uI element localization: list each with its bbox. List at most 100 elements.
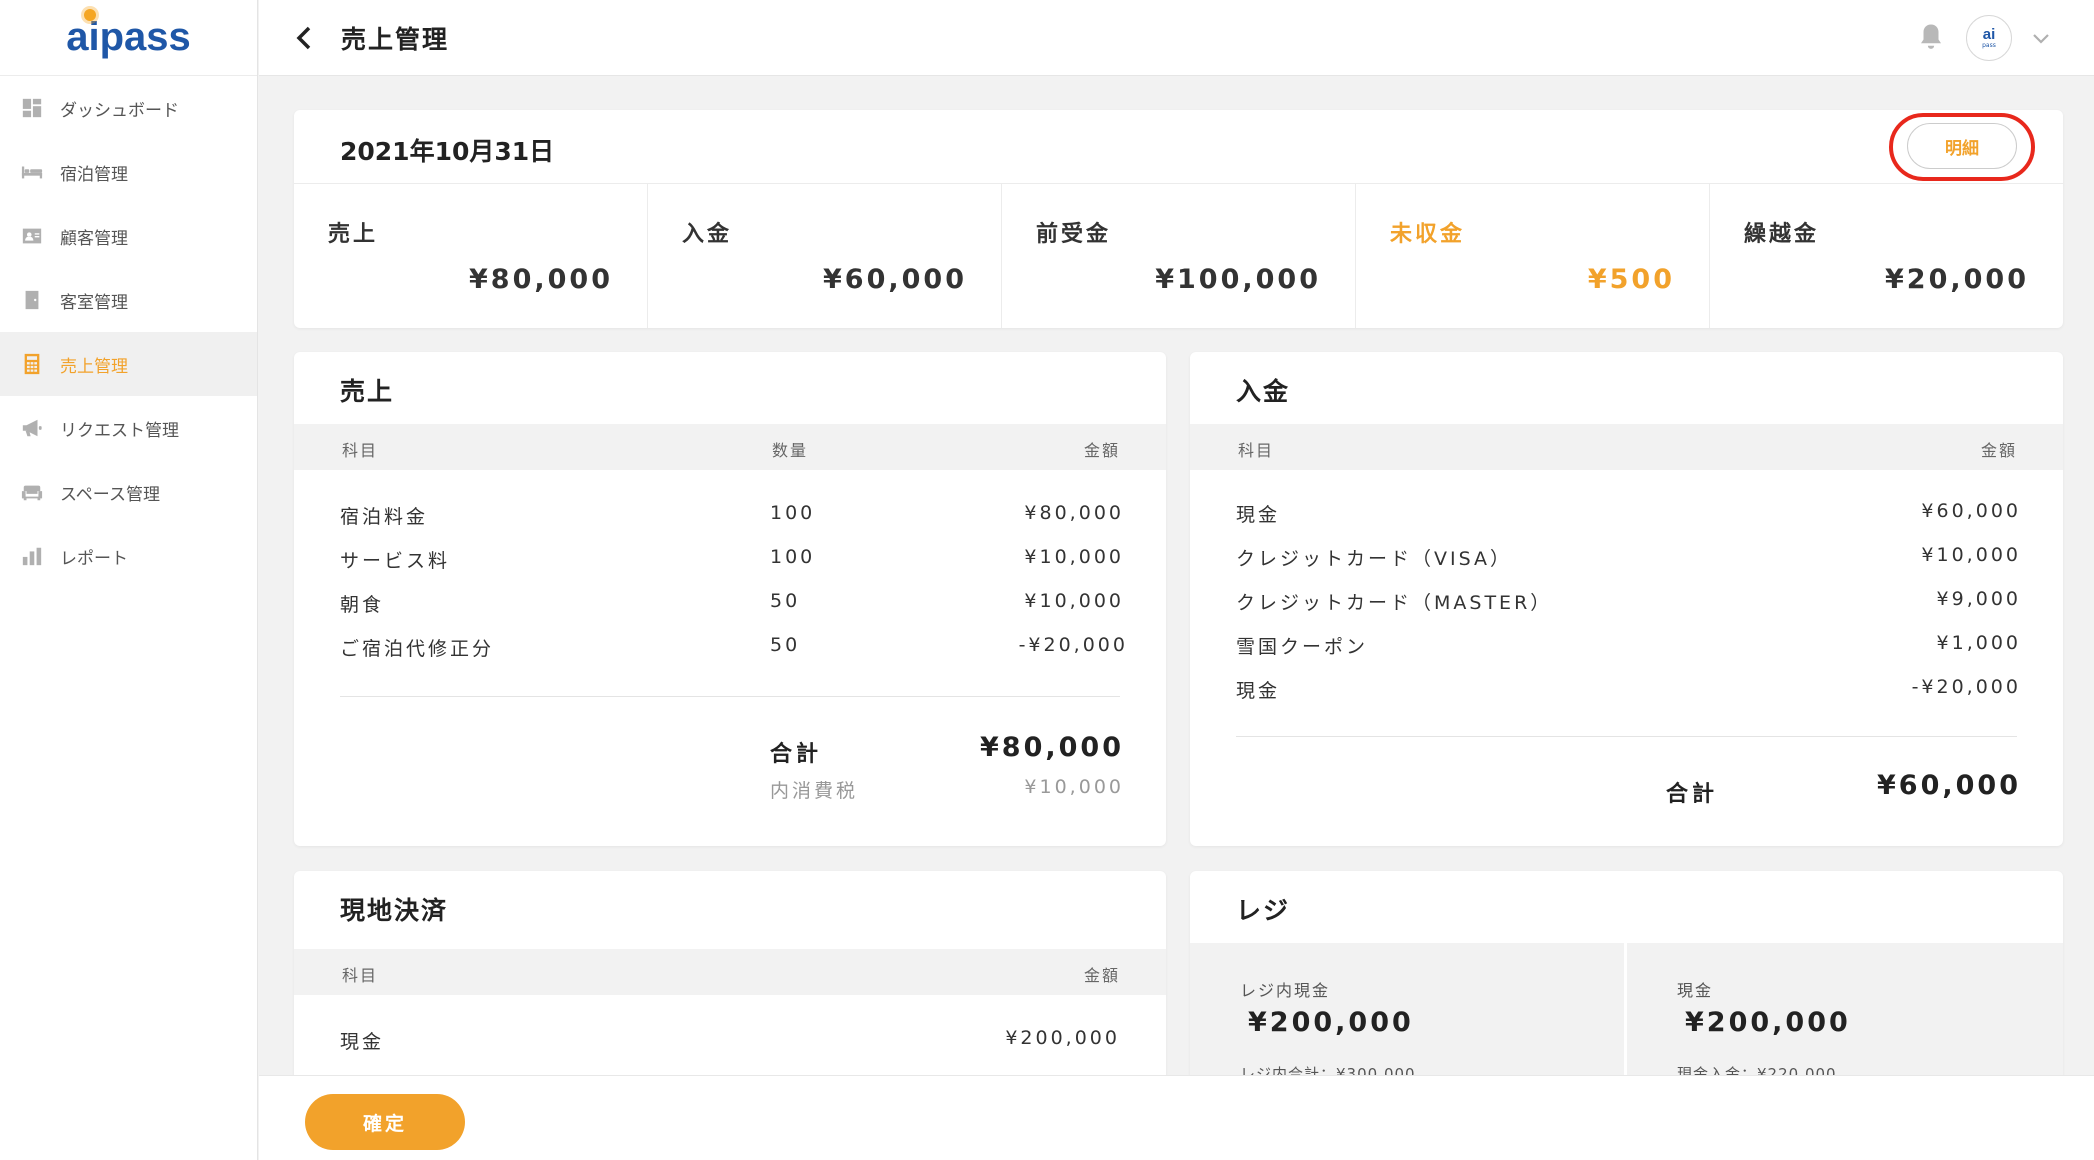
sidebar-item-label: 売上管理 (60, 356, 128, 377)
row-item: クレジットカード（VISA） (1236, 548, 1513, 570)
row-qty: 50 (770, 634, 801, 656)
logo-text: aipass (66, 15, 191, 59)
sidebar-item-label: スペース管理 (60, 484, 160, 505)
register-cash-label: レジ内現金 (1240, 981, 1331, 1000)
table-row: ご宿泊代修正分 50 -¥20,000 (294, 628, 1166, 668)
metric-payments: 入金 ¥60,000 (648, 184, 1002, 328)
sidebar-item-sales[interactable]: 売上管理 (0, 332, 257, 396)
row-amount: ¥10,000 (1024, 590, 1124, 612)
panel-title: 現地決済 (340, 896, 449, 925)
avatar-logo-subtext: pass (1982, 41, 1996, 49)
summary-card: 2021年10月31日 明細 売上 ¥80,000 入金 ¥60,000 前受金… (294, 110, 2063, 328)
column-header-amount: 金額 (1083, 966, 1120, 985)
sidebar-item-label: 客室管理 (60, 292, 128, 313)
metric-value: ¥60,000 (823, 264, 967, 295)
sidebar-item-dashboard[interactable]: ダッシュボード (0, 76, 257, 140)
dashboard-icon (20, 96, 44, 120)
chevron-down-icon[interactable] (2030, 28, 2052, 50)
notification-bell-icon[interactable] (1916, 22, 1946, 52)
table-header: 科目 金額 (1190, 424, 2063, 470)
row-amount: ¥10,000 (1024, 546, 1124, 568)
detail-button[interactable]: 明細 (1907, 123, 2017, 169)
metric-label: 繰越金 (1744, 222, 1820, 247)
metric-value: ¥80,000 (469, 264, 613, 295)
row-qty: 100 (770, 546, 816, 568)
calculator-icon (20, 352, 44, 376)
table-row: 現金 ¥60,000 (1190, 494, 2063, 534)
row-item: 宿泊料金 (340, 506, 429, 528)
total-value: ¥80,000 (980, 732, 1124, 763)
app-logo[interactable]: aipass (0, 0, 257, 76)
column-header-item: 科目 (342, 966, 379, 985)
table-header: 科目 金額 (294, 949, 1166, 995)
row-item: ご宿泊代修正分 (340, 638, 495, 660)
row-amount: ¥60,000 (1921, 500, 2021, 522)
row-amount: ¥10,000 (1921, 544, 2021, 566)
sidebar-item-accommodation[interactable]: 宿泊管理 (0, 140, 257, 204)
avatar[interactable]: ai pass (1966, 15, 2012, 61)
cash-value: ¥200,000 (1685, 1007, 1851, 1038)
row-amount: ¥9,000 (1936, 588, 2021, 610)
sidebar-item-label: レポート (60, 548, 128, 569)
metric-value: ¥100,000 (1155, 264, 1321, 295)
divider (340, 696, 1120, 697)
bed-icon (20, 160, 44, 184)
table-row: 宿泊料金 100 ¥80,000 (294, 496, 1166, 536)
register-cash-value: ¥200,000 (1248, 1007, 1414, 1038)
table-row: 朝食 50 ¥10,000 (294, 584, 1166, 624)
row-qty: 50 (770, 590, 801, 612)
metric-advance-received: 前受金 ¥100,000 (1002, 184, 1356, 328)
total-label: 合計 (770, 742, 823, 767)
armchair-icon (20, 480, 44, 504)
metric-label: 未収金 (1390, 222, 1466, 247)
summary-date: 2021年10月31日 (340, 137, 555, 166)
megaphone-icon (20, 416, 44, 440)
payments-panel: 入金 科目 金額 現金 ¥60,000 クレジットカード（VISA） ¥10,0… (1190, 352, 2063, 846)
row-item: サービス料 (340, 550, 451, 572)
metric-value: ¥20,000 (1885, 264, 2029, 295)
table-row: サービス料 100 ¥10,000 (294, 540, 1166, 580)
column-header-item: 科目 (342, 441, 379, 460)
panel-title: 入金 (1236, 377, 1291, 406)
tax-value: ¥10,000 (1024, 776, 1124, 798)
row-item: 現金 (1236, 504, 1281, 526)
sidebar-item-rooms[interactable]: 客室管理 (0, 268, 257, 332)
sidebar-item-label: ダッシュボード (60, 100, 179, 121)
table-row: 雪国クーポン ¥1,000 (1190, 626, 2063, 666)
row-amount: -¥20,000 (1911, 676, 2021, 698)
sidebar: aipass ダッシュボード 宿泊管理 顧客管理 客室管理 売上管理 リクエスト… (0, 0, 258, 1160)
sidebar-item-customers[interactable]: 顧客管理 (0, 204, 257, 268)
panel-title: 売上 (340, 377, 395, 406)
sidebar-item-reports[interactable]: レポート (0, 524, 257, 588)
door-icon (20, 288, 44, 312)
column-header-amount: 金額 (1980, 441, 2017, 460)
sidebar-item-requests[interactable]: リクエスト管理 (0, 396, 257, 460)
table-row: クレジットカード（VISA） ¥10,000 (1190, 538, 2063, 578)
chevron-left-icon (296, 26, 311, 49)
tax-label: 内消費税 (770, 780, 859, 802)
sidebar-item-spaces[interactable]: スペース管理 (0, 460, 257, 524)
sidebar-item-label: 顧客管理 (60, 228, 128, 249)
metric-label: 売上 (328, 222, 379, 247)
avatar-logo-text: ai (1982, 25, 1996, 43)
panel-title: レジ (1236, 896, 1291, 925)
row-item: 雪国クーポン (1236, 636, 1369, 658)
metric-sales: 売上 ¥80,000 (294, 184, 648, 328)
sidebar-item-label: 宿泊管理 (60, 164, 128, 185)
row-amount: ¥1,000 (1936, 632, 2021, 654)
back-button[interactable] (285, 18, 325, 58)
divider (1236, 736, 2017, 737)
bar-chart-icon (20, 544, 44, 568)
confirm-button[interactable]: 確定 (305, 1094, 465, 1150)
row-amount: ¥80,000 (1024, 502, 1124, 524)
total-label: 合計 (1666, 782, 1719, 807)
page-title: 売上管理 (341, 24, 450, 54)
summary-metrics: 売上 ¥80,000 入金 ¥60,000 前受金 ¥100,000 未収金 ¥… (294, 183, 2063, 328)
table-row: 現金 -¥20,000 (1190, 670, 2063, 710)
table-header: 科目 数量 金額 (294, 424, 1166, 470)
footer-bar: 確定 (259, 1075, 2094, 1160)
sales-panel: 売上 科目 数量 金額 宿泊料金 100 ¥80,000 サービス料 100 ¥… (294, 352, 1166, 846)
sun-logo-mark (84, 9, 96, 21)
row-item: 朝食 (340, 594, 385, 616)
metric-value: ¥500 (1587, 264, 1675, 295)
